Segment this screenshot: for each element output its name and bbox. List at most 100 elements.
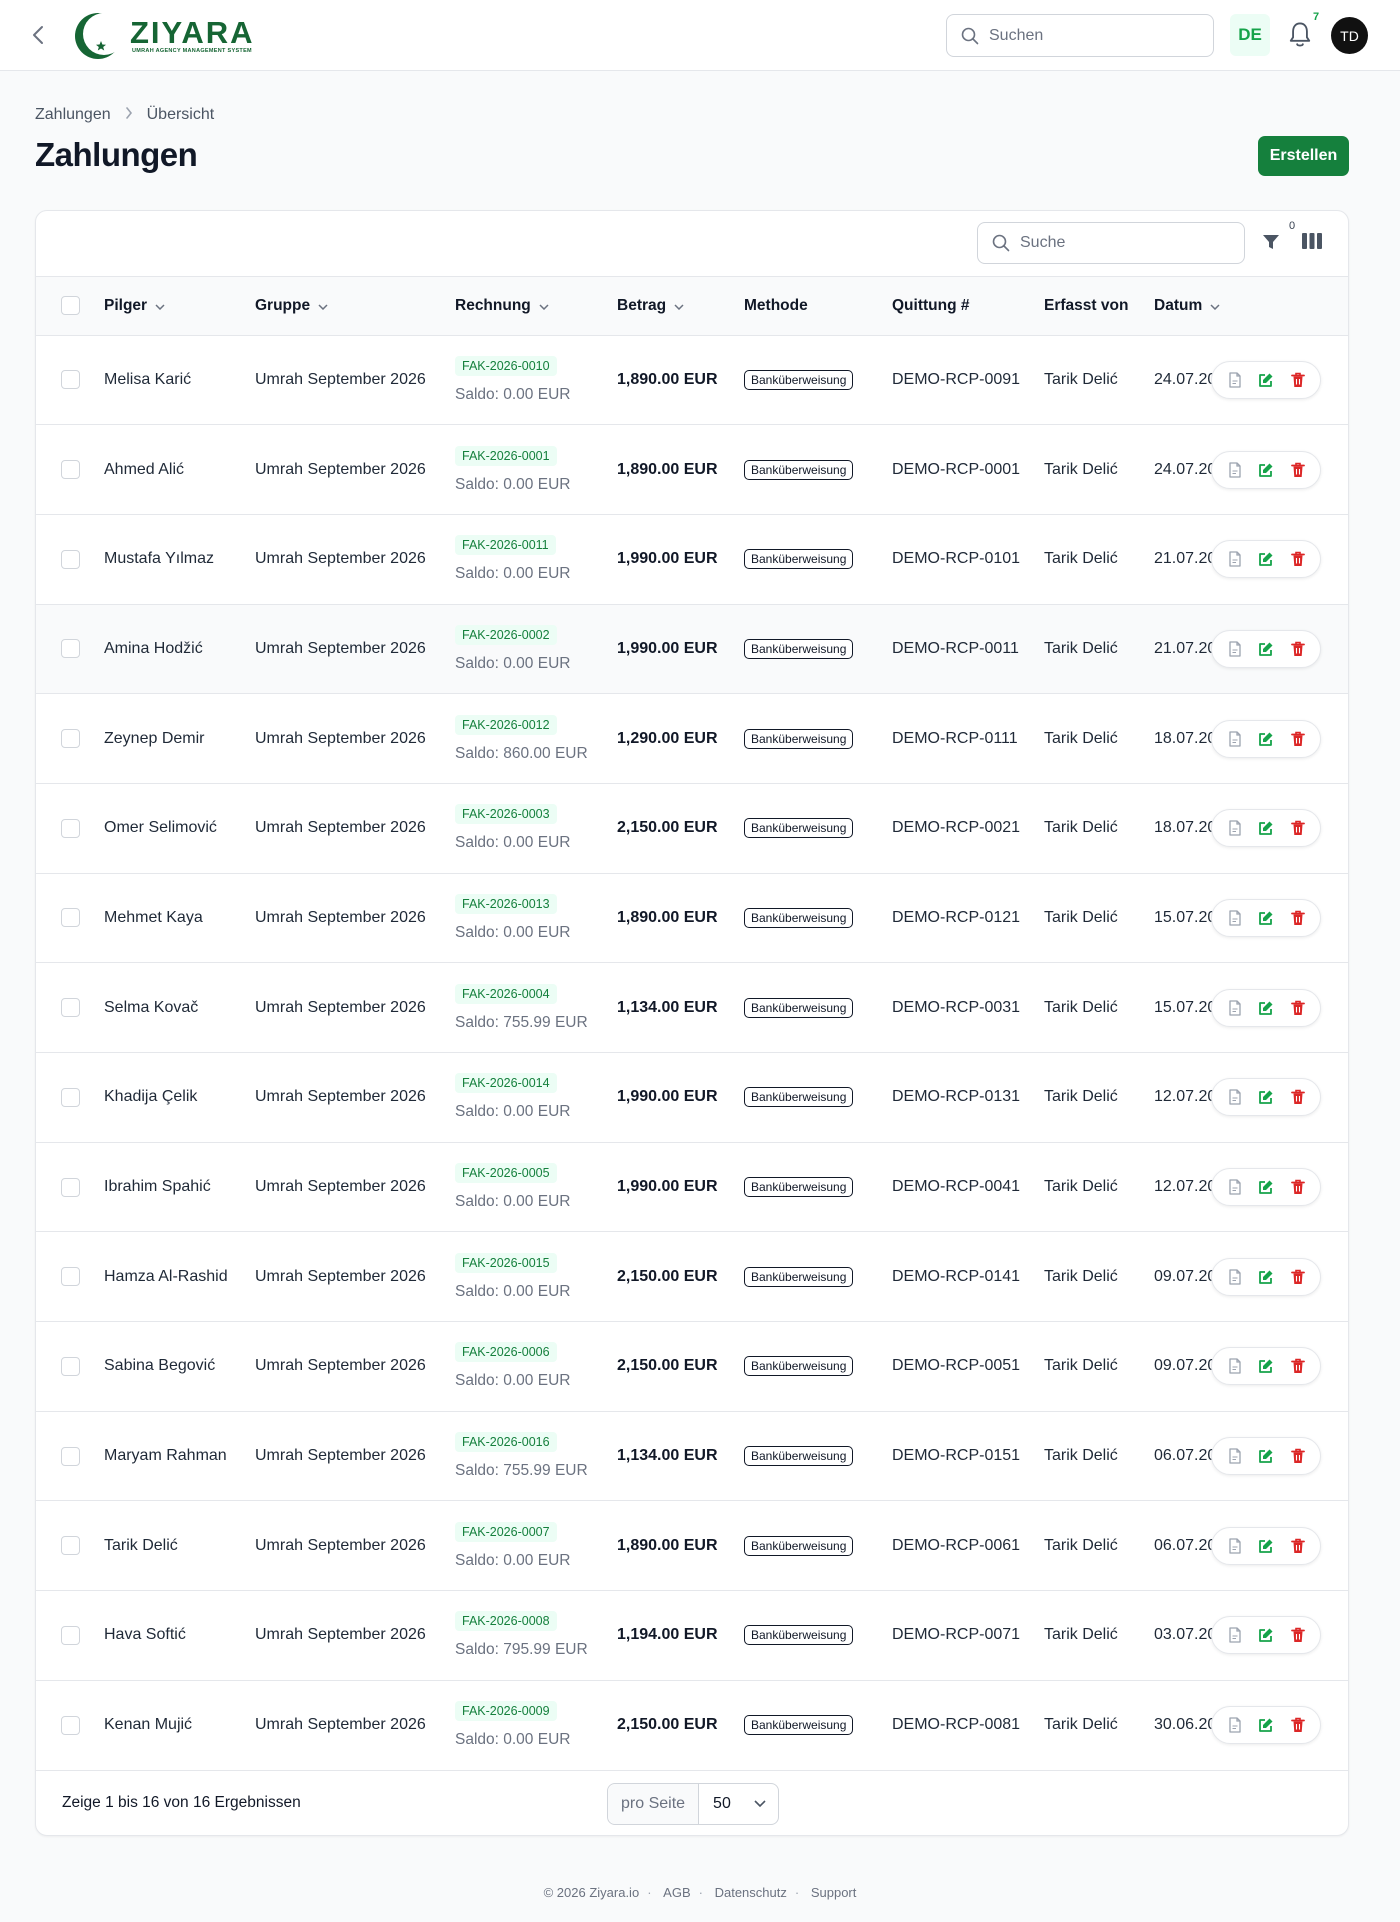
invoice-badge[interactable]: FAK-2026-0006 <box>455 1342 557 1363</box>
table-row[interactable]: Ibrahim Spahić Umrah September 2026 FAK-20… <box>36 1142 1348 1232</box>
footer-link-datenschutz[interactable]: Datenschutz <box>715 1885 787 1900</box>
view-receipt-icon[interactable] <box>1226 730 1244 748</box>
breadcrumb-parent[interactable]: Zahlungen <box>35 106 111 124</box>
invoice-badge[interactable]: FAK-2026-0004 <box>455 983 557 1004</box>
column-header-pilger[interactable]: Pilger <box>104 277 255 335</box>
per-page-select[interactable]: pro Seite 50 <box>607 1782 779 1825</box>
edit-icon[interactable] <box>1257 1088 1275 1106</box>
cell-pilger[interactable]: Hamza Al-Rashid <box>104 1232 255 1322</box>
view-receipt-icon[interactable] <box>1226 1178 1244 1196</box>
invoice-badge[interactable]: FAK-2026-0005 <box>455 1163 557 1184</box>
cell-pilger[interactable]: Khadija Çelik <box>104 1053 255 1143</box>
table-row[interactable]: Omer Selimović Umrah September 2026 FAK-20… <box>36 783 1348 874</box>
invoice-badge[interactable]: FAK-2026-0008 <box>455 1611 557 1632</box>
create-button[interactable]: Erstellen <box>1258 136 1349 176</box>
delete-icon[interactable] <box>1289 550 1307 568</box>
view-receipt-icon[interactable] <box>1226 1716 1244 1734</box>
view-receipt-icon[interactable] <box>1226 550 1244 568</box>
cell-pilger[interactable]: Sabina Begović <box>104 1322 255 1412</box>
view-receipt-icon[interactable] <box>1226 1447 1244 1465</box>
edit-icon[interactable] <box>1257 640 1275 658</box>
avatar[interactable]: TD <box>1331 17 1368 54</box>
edit-icon[interactable] <box>1257 730 1275 748</box>
invoice-badge[interactable]: FAK-2026-0003 <box>455 804 557 825</box>
view-receipt-icon[interactable] <box>1226 1088 1244 1106</box>
delete-icon[interactable] <box>1289 819 1307 837</box>
column-header-datum[interactable]: Datum <box>1154 277 1348 335</box>
global-search[interactable] <box>946 14 1214 57</box>
cell-pilger[interactable]: Hava Softić <box>104 1591 255 1681</box>
cell-pilger[interactable]: Ibrahim Spahić <box>104 1142 255 1232</box>
row-checkbox[interactable] <box>61 998 80 1018</box>
edit-icon[interactable] <box>1257 371 1275 389</box>
table-row[interactable]: Kenan Mujić Umrah September 2026 FAK-2026-… <box>36 1680 1348 1770</box>
delete-icon[interactable] <box>1289 461 1307 479</box>
row-checkbox[interactable] <box>61 1177 80 1197</box>
row-checkbox[interactable] <box>61 460 80 480</box>
table-row[interactable]: Mustafa Yılmaz Umrah September 2026 FAK-20… <box>36 514 1348 605</box>
cell-pilger[interactable]: Tarik Delić <box>104 1501 255 1591</box>
cell-pilger[interactable]: Mehmet Kaya <box>104 873 255 963</box>
back-icon[interactable] <box>26 22 50 48</box>
global-search-input[interactable] <box>989 26 1189 45</box>
view-receipt-icon[interactable] <box>1226 371 1244 389</box>
row-checkbox[interactable] <box>61 1356 80 1376</box>
delete-icon[interactable] <box>1289 1088 1307 1106</box>
invoice-badge[interactable]: FAK-2026-0014 <box>455 1073 557 1094</box>
language-switch[interactable]: DE <box>1230 14 1270 56</box>
delete-icon[interactable] <box>1289 1626 1307 1644</box>
row-checkbox[interactable] <box>61 818 80 838</box>
table-row[interactable]: Melisa Karić Umrah September 2026 FAK-2026… <box>36 335 1348 425</box>
row-checkbox[interactable] <box>61 1625 80 1645</box>
invoice-badge[interactable]: FAK-2026-0009 <box>455 1701 557 1722</box>
edit-icon[interactable] <box>1257 461 1275 479</box>
delete-icon[interactable] <box>1289 640 1307 658</box>
delete-icon[interactable] <box>1289 1357 1307 1375</box>
view-receipt-icon[interactable] <box>1226 999 1244 1017</box>
cell-pilger[interactable]: Ahmed Alić <box>104 425 255 515</box>
row-checkbox[interactable] <box>61 729 80 749</box>
delete-icon[interactable] <box>1289 1537 1307 1555</box>
row-checkbox[interactable] <box>61 1715 80 1735</box>
view-receipt-icon[interactable] <box>1226 1357 1244 1375</box>
invoice-badge[interactable]: FAK-2026-0015 <box>455 1252 557 1273</box>
column-header-gruppe[interactable]: Gruppe <box>255 277 455 335</box>
row-checkbox[interactable] <box>61 1536 80 1556</box>
cell-pilger[interactable]: Melisa Karić <box>104 335 255 425</box>
delete-icon[interactable] <box>1289 1716 1307 1734</box>
columns-icon[interactable] <box>1301 232 1323 254</box>
invoice-badge[interactable]: FAK-2026-0001 <box>455 445 557 466</box>
invoice-badge[interactable]: FAK-2026-0011 <box>455 535 556 556</box>
view-receipt-icon[interactable] <box>1226 1626 1244 1644</box>
invoice-badge[interactable]: FAK-2026-0007 <box>455 1521 557 1542</box>
column-header-rechnung[interactable]: Rechnung <box>455 277 617 335</box>
view-receipt-icon[interactable] <box>1226 819 1244 837</box>
edit-icon[interactable] <box>1257 1537 1275 1555</box>
edit-icon[interactable] <box>1257 1716 1275 1734</box>
delete-icon[interactable] <box>1289 1268 1307 1286</box>
row-checkbox[interactable] <box>61 1446 80 1466</box>
edit-icon[interactable] <box>1257 999 1275 1017</box>
edit-icon[interactable] <box>1257 1357 1275 1375</box>
cell-pilger[interactable]: Mustafa Yılmaz <box>104 514 255 604</box>
logo[interactable]: ZIYARA UMRAH AGENCY MANAGEMENT SYSTEM <box>72 10 255 62</box>
footer-link-support[interactable]: Support <box>811 1885 857 1900</box>
delete-icon[interactable] <box>1289 1447 1307 1465</box>
column-header-betrag[interactable]: Betrag <box>617 277 744 335</box>
view-receipt-icon[interactable] <box>1226 1268 1244 1286</box>
footer-link-agb[interactable]: AGB <box>663 1885 690 1900</box>
table-row[interactable]: Hamza Al-Rashid Umrah September 2026 FAK-2… <box>36 1232 1348 1322</box>
delete-icon[interactable] <box>1289 909 1307 927</box>
row-checkbox[interactable] <box>61 639 80 659</box>
table-row[interactable]: Selma Kovač Umrah September 2026 FAK-2026-… <box>36 963 1348 1053</box>
cell-pilger[interactable]: Zeynep Demir <box>104 694 255 784</box>
edit-icon[interactable] <box>1257 909 1275 927</box>
filter-icon[interactable] <box>1261 232 1283 254</box>
row-checkbox[interactable] <box>61 370 80 390</box>
invoice-badge[interactable]: FAK-2026-0013 <box>455 893 557 914</box>
bell-icon[interactable] <box>1286 20 1314 50</box>
row-checkbox[interactable] <box>61 1267 80 1287</box>
cell-pilger[interactable]: Amina Hodžić <box>104 604 255 694</box>
table-row[interactable]: Khadija Çelik Umrah September 2026 FAK-202… <box>36 1053 1348 1143</box>
delete-icon[interactable] <box>1289 1178 1307 1196</box>
